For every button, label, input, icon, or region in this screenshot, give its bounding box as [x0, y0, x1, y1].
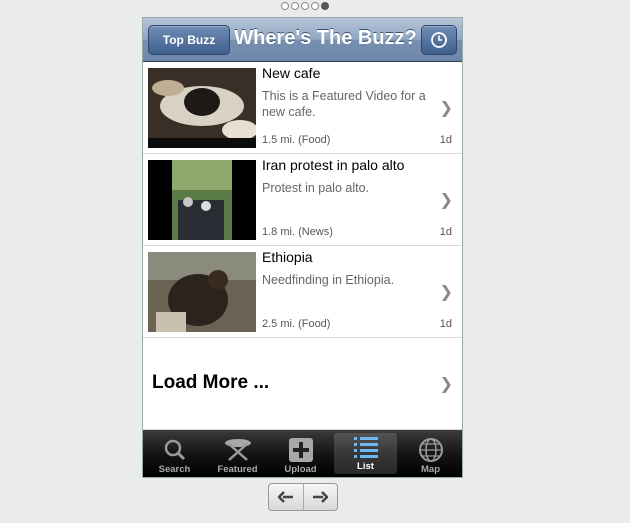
chevron-right-icon: ❯ — [439, 376, 453, 393]
list-item[interactable]: New cafe This is a Featured Video for a … — [143, 62, 462, 154]
item-description: This is a Featured Video for a new cafe. — [262, 89, 426, 119]
tab-bar: Search Featured Upload List Map — [143, 430, 462, 477]
search-icon — [160, 436, 190, 464]
tab-label: List — [357, 461, 374, 472]
upload-icon — [286, 436, 316, 464]
clock-button[interactable] — [421, 25, 457, 55]
item-description: Needfinding in Ethiopia. — [262, 273, 395, 287]
tab-label: Upload — [284, 464, 317, 475]
tab-search[interactable]: Search — [143, 430, 206, 477]
item-title: New cafe — [262, 65, 321, 81]
tab-list[interactable]: List — [334, 433, 397, 474]
page-dot — [281, 2, 289, 10]
tab-upload[interactable]: Upload — [269, 430, 332, 477]
item-distance-category: 1.5 mi. (Food) — [262, 134, 331, 146]
app-screen: Top Buzz Where's The Buzz? New cafe This… — [142, 17, 463, 478]
back-button[interactable] — [269, 484, 304, 510]
chevron-right-icon: ❯ — [439, 284, 453, 301]
top-buzz-button[interactable]: Top Buzz — [148, 25, 230, 55]
tab-featured[interactable]: Featured — [206, 430, 269, 477]
tab-label: Map — [421, 464, 440, 475]
chevron-right-icon: ❯ — [439, 192, 453, 209]
featured-icon — [223, 436, 253, 464]
globe-icon — [416, 436, 446, 464]
page-dot — [291, 2, 299, 10]
video-thumbnail — [148, 160, 256, 240]
list-item[interactable]: Iran protest in palo alto Protest in pal… — [143, 154, 462, 246]
chevron-right-icon: ❯ — [439, 100, 453, 117]
list-icon — [351, 433, 381, 461]
video-thumbnail — [148, 68, 256, 148]
load-more-label: Load More ... — [152, 372, 270, 393]
tab-label: Search — [158, 464, 191, 475]
item-age: 1d — [439, 318, 452, 330]
forward-button[interactable] — [304, 484, 338, 510]
video-thumbnail — [148, 252, 256, 332]
list-item[interactable]: Ethiopia Needfinding in Ethiopia. 2.5 mi… — [143, 246, 462, 338]
tab-map[interactable]: Map — [399, 430, 462, 477]
item-age: 1d — [439, 226, 452, 238]
load-more-row[interactable]: Load More ... ❯ — [143, 338, 462, 430]
page-title: Where's The Buzz? — [234, 27, 417, 49]
item-age: 1d — [439, 134, 452, 146]
page-dot-active — [321, 2, 329, 10]
item-description: Protest in palo alto. — [262, 181, 370, 195]
page-dot — [311, 2, 319, 10]
page-navigation — [268, 483, 338, 511]
arrow-left-icon — [277, 491, 293, 503]
navigation-bar: Top Buzz Where's The Buzz? — [143, 18, 462, 62]
item-title: Iran protest in palo alto — [262, 157, 405, 173]
tab-label: Featured — [217, 464, 258, 475]
page-indicator — [281, 2, 329, 10]
item-title: Ethiopia — [262, 249, 313, 265]
arrow-right-icon — [313, 491, 329, 503]
item-distance-category: 2.5 mi. (Food) — [262, 318, 331, 330]
clock-icon — [431, 32, 447, 48]
item-distance-category: 1.8 mi. (News) — [262, 226, 333, 238]
page-dot — [301, 2, 309, 10]
